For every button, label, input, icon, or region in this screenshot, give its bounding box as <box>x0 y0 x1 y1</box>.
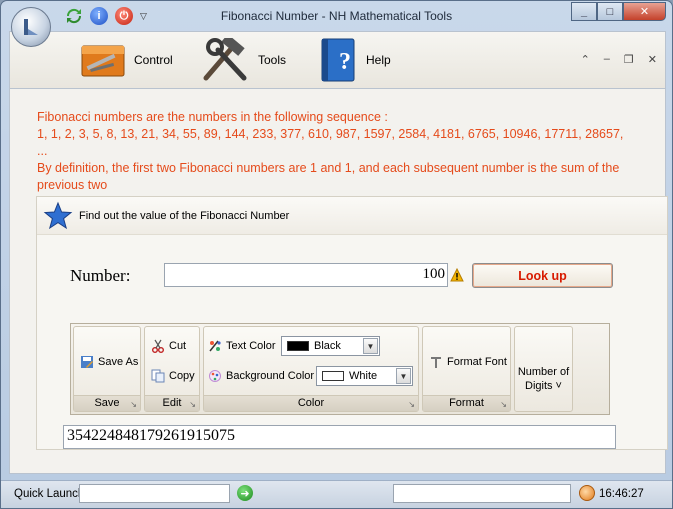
lookup-button[interactable]: Look up <box>472 263 613 288</box>
background-color-icon <box>209 370 221 382</box>
mdi-minimize-icon[interactable]: – <box>604 53 610 66</box>
background-color-select[interactable]: White ▼ <box>316 366 413 386</box>
chevron-down-icon[interactable]: ▼ <box>396 368 411 384</box>
number-input[interactable]: 100 <box>164 263 448 287</box>
tab-help-label: Help <box>366 53 391 67</box>
minimize-button[interactable]: _ <box>571 2 597 21</box>
format-group-label: Format ↘ <box>423 395 510 411</box>
cut-button[interactable]: Cut <box>151 339 186 353</box>
cut-label: Cut <box>169 340 187 352</box>
dialog-launcher-icon[interactable]: ↘ <box>408 397 415 412</box>
format-toolbar: Save As Save ↘ Cut Copy Edit ↘ Text Colo… <box>70 323 610 415</box>
panel-header-title: Find out the value of the Fibonacci Numb… <box>79 209 290 222</box>
text-color-label: Text Color <box>208 339 276 353</box>
edit-group-label: Edit ↘ <box>145 395 199 411</box>
save-as-icon <box>81 356 93 368</box>
tab-control[interactable]: Control <box>80 36 173 84</box>
tab-tools[interactable]: Tools <box>200 36 286 84</box>
dialog-launcher-icon[interactable]: ↘ <box>189 397 196 412</box>
background-color-swatch <box>322 371 344 381</box>
save-group: Save As Save ↘ <box>73 326 141 412</box>
warning-icon <box>450 268 464 282</box>
fibonacci-description: Fibonacci numbers are the numbers in the… <box>37 109 637 194</box>
format-font-button[interactable]: Format Font <box>429 355 507 369</box>
status-progress-field <box>393 484 571 503</box>
dialog-launcher-icon[interactable]: ↘ <box>500 397 507 412</box>
svg-text:?: ? <box>339 49 351 75</box>
text-color-icon <box>209 340 221 352</box>
format-group: Format Font Format ↘ <box>422 326 511 412</box>
text-color-select[interactable]: Black ▼ <box>281 336 380 356</box>
tab-help[interactable]: ? Help <box>318 36 391 84</box>
copy-icon <box>151 369 165 383</box>
panel-header: Find out the value of the Fibonacci Numb… <box>37 197 667 235</box>
title-bar: i ⏻ ▽ Fibonacci Number - NH Mathematical… <box>1 1 672 31</box>
mdi-close-icon[interactable]: ✕ <box>648 53 657 66</box>
text-color-value: Black <box>314 340 341 352</box>
star-icon <box>43 201 73 229</box>
maximize-button[interactable]: □ <box>597 2 623 21</box>
edit-group: Cut Copy Edit ↘ <box>144 326 200 412</box>
clock-icon <box>579 485 595 501</box>
format-font-label: Format Font <box>447 356 507 368</box>
number-of-digits-label: Number of Digits ˅ <box>517 366 570 392</box>
number-label: Number: <box>70 266 131 285</box>
copy-label: Copy <box>169 370 195 382</box>
dialog-launcher-icon[interactable]: ↘ <box>130 397 137 412</box>
background-color-label: Background Color <box>208 369 314 383</box>
save-as-label: Save As <box>98 356 139 368</box>
ribbon: Control Tools ? Help ⌃ – ❐ ✕ <box>9 31 666 89</box>
description-line-3: By definition, the first two Fibonacci n… <box>37 161 620 192</box>
window-controls: _ □ ✕ <box>571 2 666 21</box>
toolbox-icon <box>81 45 125 77</box>
app-window: i ⏻ ▽ Fibonacci Number - NH Mathematical… <box>0 0 673 509</box>
quick-launch-label: Quick Launch <box>14 488 85 500</box>
save-group-label: Save ↘ <box>74 395 140 411</box>
save-as-button[interactable]: Save As <box>80 355 138 369</box>
color-group: Text Color Black ▼ Background Color Whit… <box>203 326 419 412</box>
status-time: 16:46:27 <box>599 488 644 500</box>
tab-tools-label: Tools <box>258 53 287 67</box>
ribbon-right-controls: ⌃ – ❐ ✕ <box>581 53 657 66</box>
font-icon <box>431 357 441 368</box>
app-logo-icon <box>24 19 38 35</box>
scissors-icon <box>152 339 164 353</box>
quick-launch-input[interactable] <box>79 484 230 503</box>
status-bar: Quick Launch ➜ 16:46:27 <box>1 480 672 508</box>
result-output[interactable]: 354224848179261915075 <box>63 425 616 449</box>
description-line-2: 1, 1, 2, 3, 5, 8, 13, 21, 34, 55, 89, 14… <box>37 127 624 158</box>
tab-control-label: Control <box>134 53 173 67</box>
text-color-swatch <box>287 341 309 351</box>
color-group-label: Color ↘ <box>204 395 418 411</box>
description-line-1: Fibonacci numbers are the numbers in the… <box>37 110 388 124</box>
copy-button[interactable]: Copy <box>151 369 195 383</box>
close-button[interactable]: ✕ <box>623 2 666 21</box>
go-arrow-icon[interactable]: ➜ <box>237 485 253 501</box>
help-book-icon: ? <box>321 38 355 82</box>
main-content: Fibonacci numbers are the numbers in the… <box>9 89 668 474</box>
mdi-restore-icon[interactable]: ❐ <box>624 53 634 66</box>
application-menu-button[interactable] <box>11 7 51 47</box>
hammer-wrench-icon <box>203 38 247 81</box>
number-of-digits-button[interactable]: Number of Digits ˅ <box>514 326 573 412</box>
fibonacci-panel: Find out the value of the Fibonacci Numb… <box>36 196 668 450</box>
chevron-down-icon[interactable]: ▼ <box>363 338 378 354</box>
background-color-value: White <box>349 370 378 382</box>
collapse-ribbon-icon[interactable]: ⌃ <box>581 53 590 66</box>
